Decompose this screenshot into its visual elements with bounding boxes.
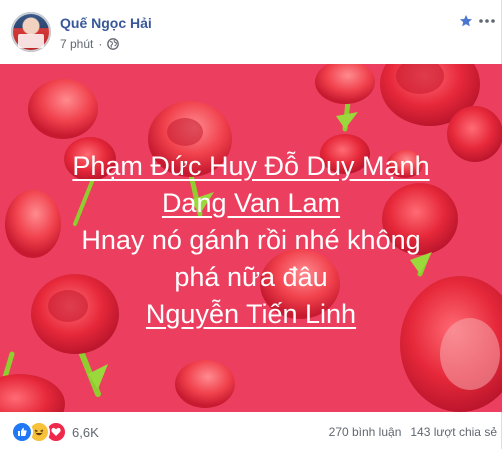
post-stats: 270 bình luận 143 lượt chia sẻ xyxy=(329,425,497,439)
author-avatar[interactable] xyxy=(11,12,51,52)
post-message: Phạm Đức Huy Đỗ Duy Mạnh Dang Van Lam Hn… xyxy=(0,148,502,333)
post-meta: 7 phút · xyxy=(60,37,120,51)
tagged-line[interactable]: Phạm Đức Huy Đỗ Duy Mạnh xyxy=(0,148,502,185)
message-line: phá nữa đâu xyxy=(174,262,328,292)
shares-count[interactable]: 143 lượt chia sẻ xyxy=(410,425,497,439)
reactions-summary[interactable]: 6,6K xyxy=(11,421,99,443)
tagged-line[interactable]: Nguyễn Tiến Linh xyxy=(0,296,502,333)
post-background-image[interactable]: Phạm Đức Huy Đỗ Duy Mạnh Dang Van Lam Hn… xyxy=(0,64,502,412)
reaction-count[interactable]: 6,6K xyxy=(72,425,99,440)
more-options-icon[interactable] xyxy=(478,14,496,28)
dot-separator: · xyxy=(98,37,103,51)
author-name[interactable]: Quế Ngọc Hải xyxy=(60,15,152,31)
facebook-post: Quế Ngọc Hải 7 phút · Phạm Đức Huy Đỗ Du… xyxy=(0,0,502,449)
post-time[interactable]: 7 phút xyxy=(60,37,93,51)
post-header: Quế Ngọc Hải 7 phút · xyxy=(0,0,502,62)
message-line: Hnay nó gánh rồi nhé không xyxy=(81,225,421,255)
comments-count[interactable]: 270 bình luận xyxy=(329,425,402,439)
globe-icon[interactable] xyxy=(107,38,120,50)
like-icon xyxy=(11,421,33,443)
tagged-line[interactable]: Dang Van Lam xyxy=(0,185,502,222)
star-icon[interactable] xyxy=(459,14,473,28)
post-footer: 6,6K 270 bình luận 143 lượt chia sẻ xyxy=(0,412,502,449)
